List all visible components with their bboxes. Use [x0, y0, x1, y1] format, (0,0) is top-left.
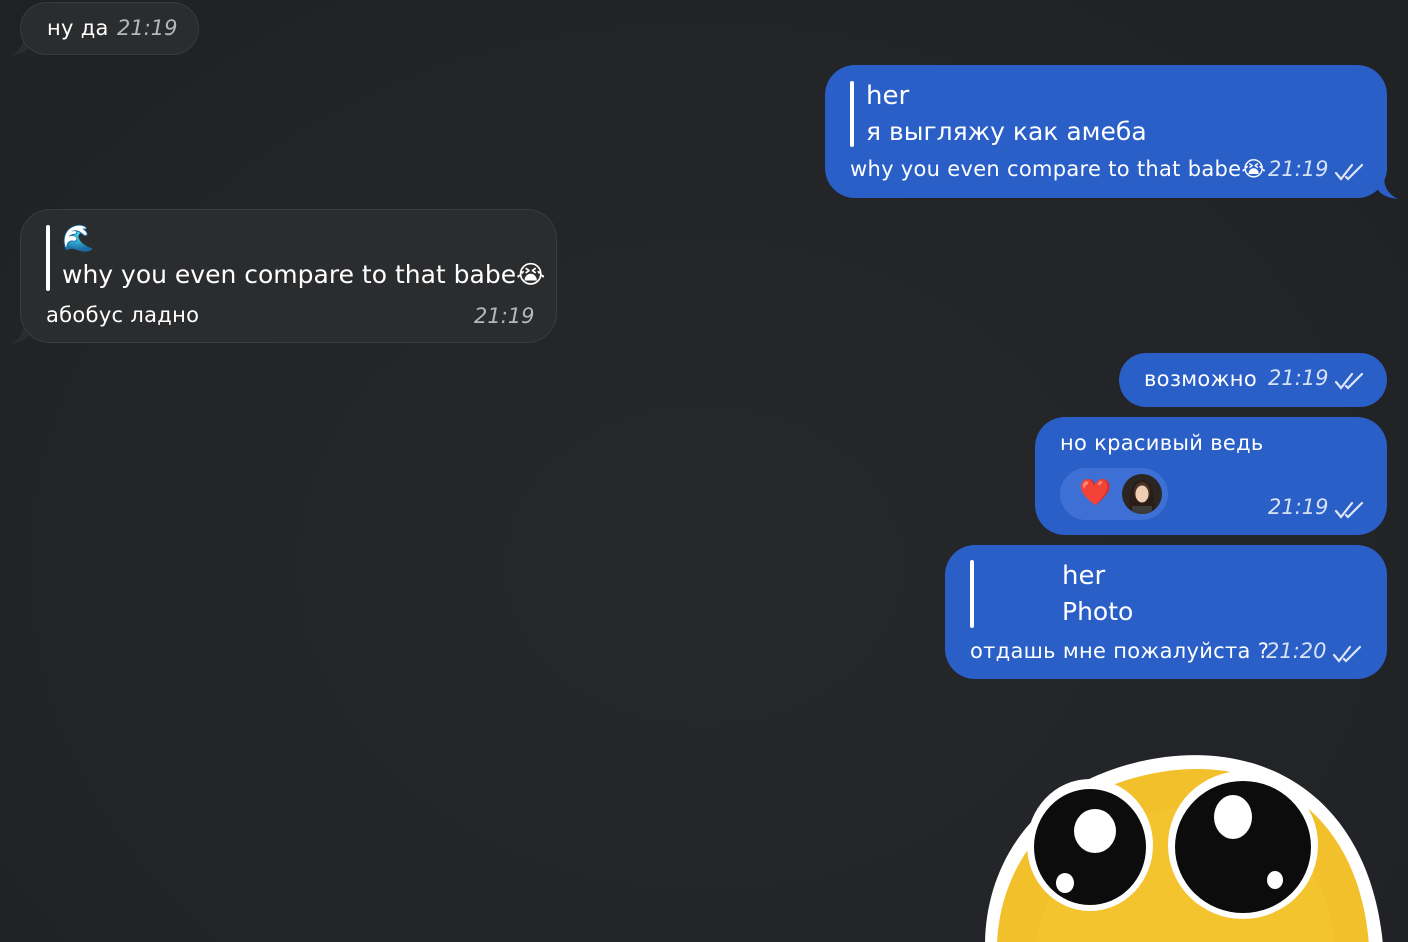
reaction-pill[interactable]: ❤️ [1060, 468, 1168, 520]
message-time: 21:19 [474, 304, 535, 328]
double-check-icon [1334, 163, 1363, 181]
message-text: отдашь мне пожалуйста ? [970, 639, 1270, 663]
pleading-face-sticker[interactable] [975, 745, 1395, 942]
reactor-avatar[interactable] [1122, 474, 1162, 514]
message-time: 21:19 [117, 16, 178, 40]
message-time: 21:19 [1268, 366, 1329, 390]
double-check-icon [1334, 372, 1363, 390]
reply-bar [970, 560, 974, 628]
message-time: 21:19 [1268, 157, 1329, 181]
message-text: возможно [1144, 367, 1257, 391]
message-text: ну да [47, 16, 109, 40]
message-bubble-outgoing[interactable]: возможно 21:19 [1119, 353, 1387, 407]
crying-emoji: 😭 [516, 260, 546, 289]
message-meta: 21:19 [1268, 495, 1366, 520]
message-bubble-outgoing[interactable]: her Photo отдашь мне пожалуйста ? 21:20 [945, 545, 1387, 679]
heart-reaction-icon: ❤️ [1079, 478, 1112, 508]
reply-sender-name[interactable]: her [1062, 561, 1105, 591]
crying-emoji: 😭 [1241, 157, 1267, 181]
message-time: 21:19 [1268, 495, 1329, 519]
message-meta: 21:19 [1268, 366, 1366, 391]
chat-area: ну да 21:19 her я выгляжу как амеба why … [0, 0, 1408, 942]
message-text: why you even compare to that babe😭 [850, 157, 1266, 181]
double-check-icon [1332, 645, 1361, 663]
message-meta: 21:20 [1266, 639, 1364, 664]
double-check-icon [1334, 501, 1363, 519]
message-bubble-outgoing[interactable]: но красивый ведь ❤️ 21:19 [1035, 417, 1387, 535]
message-bubble-outgoing[interactable]: her я выгляжу как амеба why you even com… [825, 65, 1387, 198]
reply-sender-name[interactable]: her [866, 81, 909, 111]
message-text: абобус ладно [46, 303, 200, 327]
message-text-content: why you even compare to that babe [850, 157, 1242, 181]
message-text: но красивый ведь [1060, 431, 1264, 455]
reply-bar [850, 81, 854, 147]
wave-emoji-sender-name[interactable]: 🌊 [62, 224, 94, 254]
message-meta: 21:19 [1268, 157, 1366, 182]
message-bubble-incoming[interactable]: 🌊 why you even compare to that babe😭 або… [20, 209, 557, 343]
reply-quoted-text[interactable]: why you even compare to that babe😭 [62, 260, 545, 289]
reply-quoted-text-content: why you even compare to that babe [62, 260, 517, 289]
reply-bar [46, 225, 50, 291]
reply-photo-thumbnail[interactable] [982, 560, 1052, 628]
message-time: 21:20 [1266, 639, 1327, 663]
reply-quoted-text[interactable]: Photo [1062, 597, 1133, 626]
message-bubble-incoming[interactable]: ну да 21:19 [20, 2, 199, 55]
reply-quoted-text[interactable]: я выгляжу как амеба [866, 117, 1147, 146]
